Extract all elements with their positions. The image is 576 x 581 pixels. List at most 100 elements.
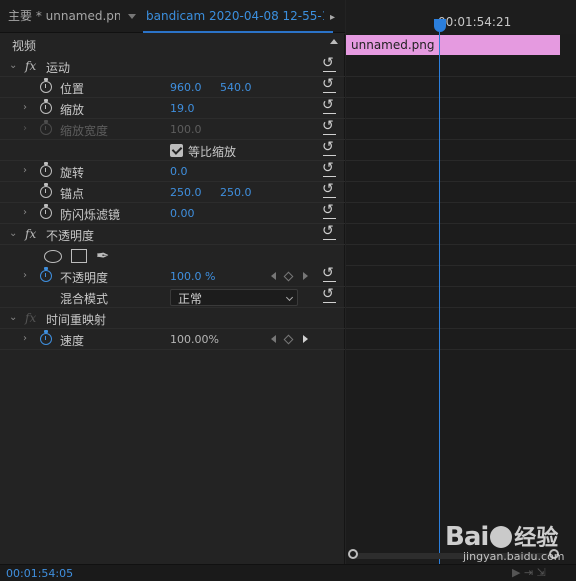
speed-value[interactable]: 100.00% — [170, 333, 219, 346]
motion-title: 运动 — [46, 61, 71, 75]
watermark-brand: Bai — [445, 522, 489, 552]
blend-label: 混合模式 — [60, 292, 109, 306]
next-keyframe-icon[interactable] — [303, 272, 308, 280]
scale-width-label: 缩放宽度 — [60, 124, 109, 138]
antiflicker-label: 防闪烁滤镜 — [60, 208, 121, 222]
stopwatch-icon — [40, 120, 52, 135]
playhead-line — [439, 32, 440, 564]
reset-icon[interactable] — [322, 55, 338, 72]
chevron-right-icon[interactable]: › — [23, 165, 27, 176]
chevron-right-icon[interactable]: › — [23, 270, 27, 281]
scroll-start-handle[interactable] — [348, 549, 358, 559]
stopwatch-icon[interactable] — [40, 78, 52, 93]
position-x[interactable]: 960.0 — [170, 81, 202, 94]
chevron-down-icon[interactable]: ⌄ — [9, 228, 17, 239]
anchor-row: 锚点 250.0 250.0 — [0, 181, 345, 203]
reset-icon[interactable] — [322, 97, 338, 114]
prev-keyframe-icon[interactable] — [271, 272, 276, 280]
antiflicker-row: › 防闪烁滤镜 0.00 — [0, 202, 345, 224]
watermark-brand-suffix: 经验 — [514, 526, 559, 551]
video-header: 视频 — [12, 39, 37, 53]
playhead-timecode: 00:01:54:21 — [438, 15, 512, 29]
chevron-right-icon[interactable]: › — [23, 207, 27, 218]
scale-label: 缩放 — [60, 103, 85, 117]
fx-icon[interactable]: fx — [25, 59, 36, 73]
stopwatch-icon[interactable] — [40, 162, 52, 177]
stopwatch-icon[interactable] — [40, 204, 52, 219]
add-keyframe-icon[interactable] — [283, 271, 294, 282]
fx-icon: fx — [25, 311, 37, 325]
scale-value[interactable]: 19.0 — [170, 102, 195, 115]
position-label: 位置 — [60, 82, 85, 96]
chevron-down-icon[interactable]: ⌄ — [9, 312, 17, 323]
opacity-value[interactable]: 100.0 % — [170, 270, 215, 283]
footer-bar: 00:01:54:05 ▶ ⇥ ⇲ — [0, 564, 576, 581]
footer-controls-icon[interactable]: ▶ ⇥ ⇲ — [512, 566, 546, 579]
antiflicker-value[interactable]: 0.00 — [170, 207, 195, 220]
active-tab-indicator — [143, 31, 333, 33]
watermark-url: jingyan.baidu.com — [463, 550, 565, 563]
reset-icon[interactable] — [322, 286, 338, 303]
motion-row[interactable]: ⌄ fx 运动 — [0, 55, 345, 77]
panel-tabs: 主要 * unnamed.png bandicam 2020-04-08 12-… — [0, 0, 345, 33]
playhead-handle[interactable] — [434, 19, 446, 32]
pen-mask-icon[interactable]: ✒ — [96, 246, 109, 265]
stopwatch-icon[interactable] — [40, 267, 52, 282]
opacity-row: › 不透明度 100.0 % — [0, 265, 345, 287]
tab-dropdown-icon[interactable] — [128, 14, 136, 19]
opacity-section-row[interactable]: ⌄ fx 不透明度 — [0, 223, 345, 245]
reset-icon[interactable] — [322, 76, 338, 93]
prev-keyframe-icon[interactable] — [271, 335, 276, 343]
chevron-right-icon: › — [23, 123, 27, 134]
collapse-up-icon[interactable] — [330, 39, 338, 44]
anchor-label: 锚点 — [60, 187, 85, 201]
uniform-scale-checkbox[interactable] — [170, 144, 183, 157]
stopwatch-icon[interactable] — [40, 330, 52, 345]
time-remap-title: 时间重映射 — [46, 313, 107, 327]
stopwatch-icon[interactable] — [40, 183, 52, 198]
scale-width-row: › 缩放宽度 100.0 — [0, 118, 345, 140]
scale-row: › 缩放 19.0 — [0, 97, 345, 119]
reset-icon[interactable] — [322, 181, 338, 198]
tab-effect-controls[interactable]: bandicam 2020-04-08 12-55-18-... — [146, 0, 324, 33]
chevron-down-icon[interactable]: ⌄ — [9, 60, 17, 71]
rectangle-mask-icon[interactable] — [71, 249, 87, 263]
clip-name: unnamed.png — [351, 38, 435, 52]
anchor-y[interactable]: 250.0 — [220, 186, 252, 199]
timeline-clip[interactable]: unnamed.png — [346, 35, 560, 55]
uniform-scale-label: 等比缩放 — [188, 145, 237, 159]
video-header-row: 视频 — [0, 34, 345, 55]
reset-icon[interactable] — [322, 202, 338, 219]
chevron-right-icon[interactable]: › — [23, 102, 27, 113]
tab-source[interactable]: 主要 * unnamed.png — [8, 0, 120, 33]
tab-overflow-icon[interactable]: ▸ — [330, 12, 335, 23]
opacity-label: 不透明度 — [60, 271, 109, 285]
add-keyframe-icon[interactable] — [283, 334, 294, 345]
next-keyframe-icon[interactable] — [303, 335, 308, 343]
ellipse-mask-icon[interactable] — [44, 250, 62, 263]
baidu-watermark: Bai 经验 jingyan.baidu.com — [445, 520, 565, 563]
speed-label: 速度 — [60, 334, 85, 348]
stopwatch-icon[interactable] — [40, 99, 52, 114]
paw-icon — [490, 526, 513, 548]
effect-controls-panel: 视频 ⌄ fx 运动 位置 960.0 540.0 › 缩放 19.0 › 缩放… — [0, 34, 345, 564]
blend-mode-select[interactable]: 正常 — [170, 289, 298, 306]
reset-icon[interactable] — [322, 265, 338, 282]
position-y[interactable]: 540.0 — [220, 81, 252, 94]
rotation-row: › 旋转 0.0 — [0, 160, 345, 182]
blend-mode-row: 混合模式 正常 — [0, 286, 345, 308]
opacity-title: 不透明度 — [46, 229, 95, 243]
reset-icon[interactable] — [322, 223, 338, 240]
time-remap-section-row[interactable]: ⌄ fx 时间重映射 — [0, 308, 345, 329]
reset-icon[interactable] — [322, 118, 338, 135]
rotation-value[interactable]: 0.0 — [170, 165, 188, 178]
position-row: 位置 960.0 540.0 — [0, 76, 345, 98]
blend-value: 正常 — [178, 292, 203, 306]
anchor-x[interactable]: 250.0 — [170, 186, 202, 199]
reset-icon[interactable] — [322, 160, 338, 177]
scale-width-value: 100.0 — [170, 123, 202, 136]
fx-icon[interactable]: fx — [25, 227, 36, 241]
reset-icon[interactable] — [322, 139, 338, 156]
chevron-right-icon[interactable]: › — [23, 333, 27, 344]
footer-timecode[interactable]: 00:01:54:05 — [6, 567, 73, 580]
